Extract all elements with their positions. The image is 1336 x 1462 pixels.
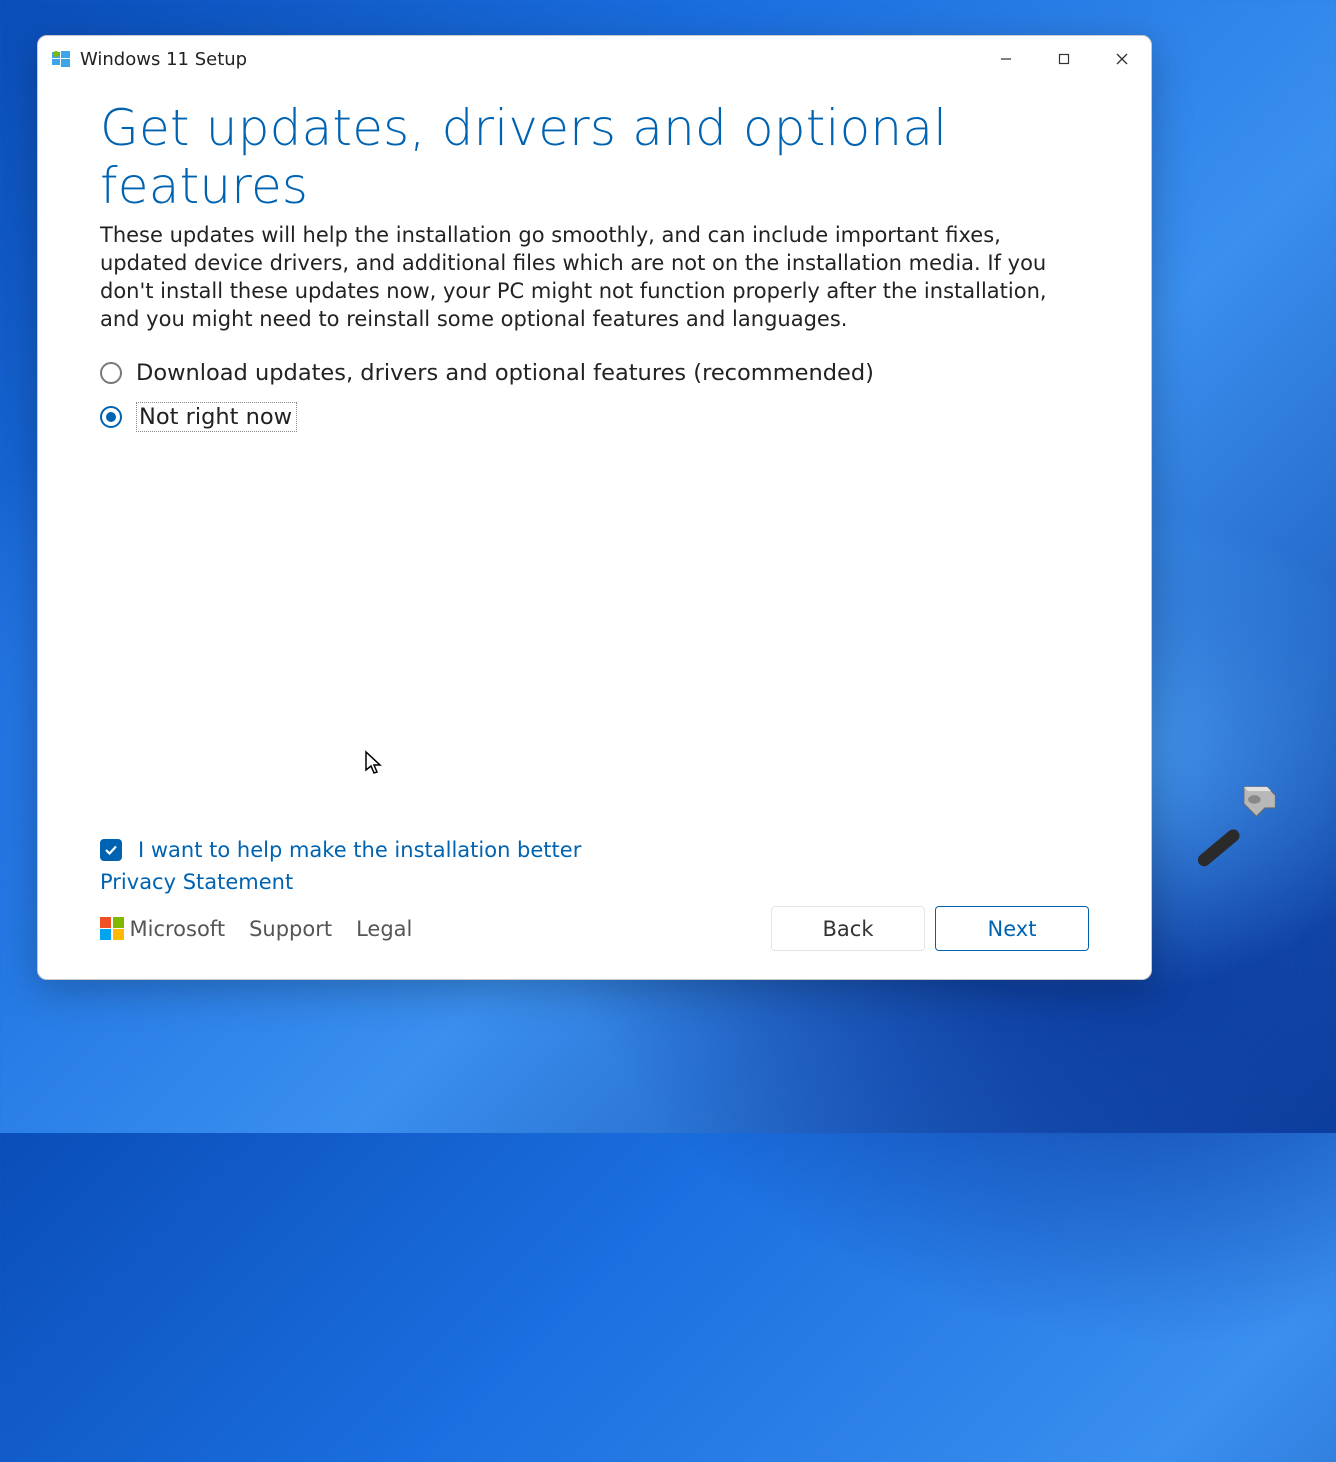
radio-checked-icon xyxy=(100,406,122,428)
next-button[interactable]: Next xyxy=(935,906,1089,951)
support-link[interactable]: Support xyxy=(249,917,332,941)
page-heading: Get updates, drivers and optional featur… xyxy=(100,100,1089,215)
option-not-right-now[interactable]: Not right now xyxy=(100,402,1089,432)
legal-link[interactable]: Legal xyxy=(356,917,412,941)
page-description: These updates will help the installation… xyxy=(100,221,1089,334)
minimize-button[interactable] xyxy=(977,36,1035,82)
maximize-button[interactable] xyxy=(1035,36,1093,82)
option-download-updates[interactable]: Download updates, drivers and optional f… xyxy=(100,360,1089,386)
privacy-statement-link[interactable]: Privacy Statement xyxy=(100,870,293,894)
radio-unchecked-icon xyxy=(100,362,122,384)
option-download-label: Download updates, drivers and optional f… xyxy=(136,360,874,386)
setup-app-icon xyxy=(52,50,70,68)
content-area: Get updates, drivers and optional featur… xyxy=(38,82,1151,838)
footer-links: Microsoft Support Legal xyxy=(100,917,412,941)
help-checkbox-row[interactable]: I want to help make the installation bet… xyxy=(100,838,1089,862)
microsoft-logo[interactable]: Microsoft xyxy=(100,917,225,941)
help-checkbox-label: I want to help make the installation bet… xyxy=(138,838,581,862)
titlebar[interactable]: Windows 11 Setup xyxy=(38,36,1151,82)
window-title: Windows 11 Setup xyxy=(80,49,247,70)
checkbox-checked-icon xyxy=(100,839,122,861)
back-button[interactable]: Back xyxy=(771,906,925,951)
option-not-now-label: Not right now xyxy=(136,402,297,432)
footer-area: I want to help make the installation bet… xyxy=(38,838,1151,979)
microsoft-logo-icon xyxy=(100,917,124,941)
close-button[interactable] xyxy=(1093,36,1151,82)
microsoft-label: Microsoft xyxy=(130,917,226,941)
mouse-cursor-icon xyxy=(364,750,384,778)
setup-window: Windows 11 Setup Get updates, drivers an… xyxy=(37,35,1152,980)
window-controls xyxy=(977,36,1151,82)
navigation-buttons: Back Next xyxy=(771,906,1089,951)
